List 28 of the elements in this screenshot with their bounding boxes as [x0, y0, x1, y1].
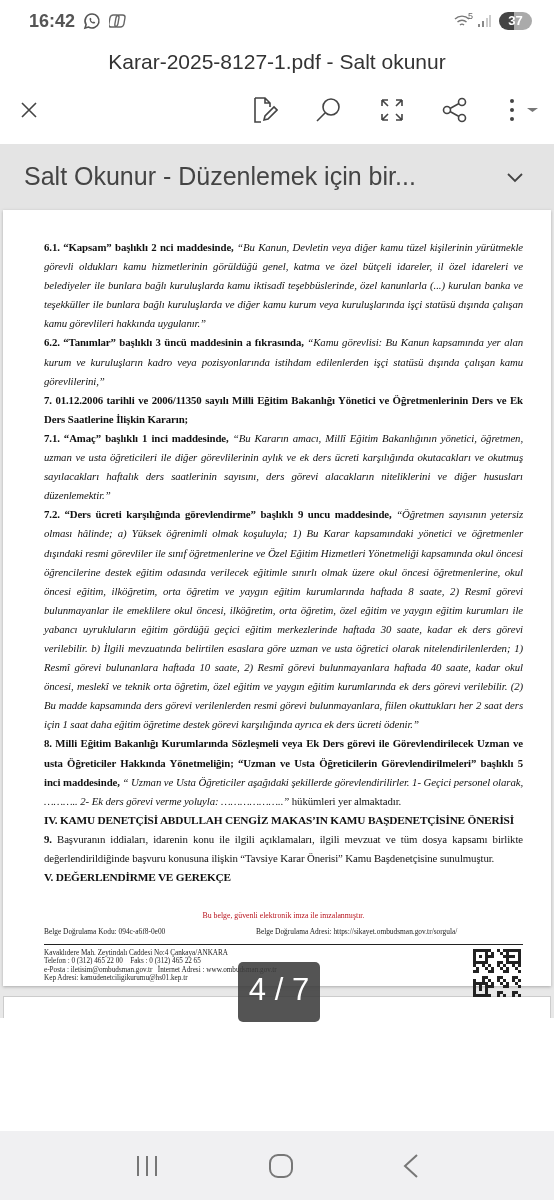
edit-document-icon[interactable] — [252, 97, 278, 123]
read-only-banner[interactable]: Salt Okunur - Düzenlemek için bir... — [0, 144, 554, 210]
search-icon[interactable] — [316, 97, 342, 123]
paragraph: 7. 01.12.2006 tarihli ve 2006/11350 sayılı Milli Eğitim Bakanlığı Yönetici ve Öğretmenlerinin Ders ve Ek Ders Saatlerine İlişkin Kararın; — [44, 392, 523, 427]
section-heading: V. DEĞERLENDİRME VE GEREKÇE — [44, 870, 232, 886]
chat-bubble-icon — [83, 12, 102, 30]
qr-code — [473, 948, 521, 997]
close-icon[interactable] — [20, 101, 38, 119]
fullscreen-icon[interactable] — [380, 98, 404, 122]
recent-apps-icon[interactable] — [135, 1153, 159, 1178]
section-heading: IV. KAMU DENETÇİSİ ABDULLAH CENGİZ MAKAS’IN KAMU BAŞDENETÇİSİNE ÖNERİSİ — [44, 812, 515, 828]
paragraph: 8. Milli Eğitim Bakanlığı Kurumlarında Sözleşmeli veya Ek Ders görevi ile Görevlendirilecek Uzman ve usta Öğreticiler Hakkında Yönetmeliğin; “Uzman ve Usta Öğreticilerin Görevlendirilmeleri” başlıklı 5 inci maddesinde, “ Uzman ve Usta Öğreticiler aşağıdaki şekillerde görevlendirilirler. 1- Geçici personel olarak, ……….. 2- Ek ders görevi verme yoluyla: ………………..” hükümleri yer almaktadır. — [44, 736, 523, 809]
back-icon[interactable] — [403, 1153, 419, 1178]
signal-icon — [477, 14, 491, 28]
paragraph: 7.2. “Ders ücreti karşılığında görevlendirme” başlıklı 9 uncu maddesinde, “Öğretmen sayısının yetersiz olması hâlinde; a) Yüksek öğrenimli olmak koşuluyla; 1) Bu Karar kapsamındaki yönetici ve öğretmenler dışındaki resmi görevliler ile sınıf öğretmenlerine ve Özel Eğitim Hizmetleri Yönetmeliği kapsamında okul öncesi öğrencilerine destek eğitim odasında verilecek eğitimle sınırlı olmak üzere okul öncesi öğretmenlerine, okul öncesi eğitim, ilköğretim, orta öğretim ve yaygın eğitim kurumlarında haftada 8 saate, 2) Resmî görevi bulunmayanlar ile emeklilere okul öncesi, ilköğretim, orta öğretim, özel eğitim ve yaygın eğitim kurumları ile yabancı uyrukluların eğitim gördüğü geçici eğitim merkezlerinde haftada 30 saate, kadar ek ders görevi verilebilir. b) İlgili mevzuatında belirtilen esaslara göre uzman ve usta öğretici olarak nitelendirilenlerden; 1) Resmî görevi bulunanlara haftada 10 saate, 2) Resmî görevi bulunmayanlara haftada 40 saate, kadar okul öncesi, meslekî ve teknik orta öğretim, özel eğitim ve yaygın eğitim kurumlarında ek ders görevi verilebilir. (2) Bu madde kapsamında ders görevi verilenlerden resmi görevi bulunmayanlara, fiilen okuttukları her 2 saat ders için 1 saat daha eğitim öğretime destek görevi karşılığında ayrıca ek ders ücreti ödenir.” — [44, 507, 523, 733]
network-text: 5 — [468, 10, 473, 24]
banner-text: Salt Okunur - Düzenlemek için bir... — [24, 161, 417, 193]
paragraph: 6.2. “Tanımlar” başlıklı 3 üncü maddesinin a fıkrasında, “Kamu görevlisi: Bu Kanun kapsamında yer alan kurum ve kuruluşların kadro veya pozisyonlarında istihdam edilenlerden işçi statüsü dışında çalışan kamu görevlilerini,” — [44, 335, 523, 389]
paragraph: 6.1. “Kapsam” başlıklı 2 nci maddesinde, “Bu Kanun, Devletin veya diğer kamu tüzel kişilerinin yürütmekle görevli oldukları kamu hizmetlerinin görüldüğü genel, katma ve özel bütçeli idareler, il özel idareleri ve belediyeler ile bunlara bağlı kuruluşlarda kamu iktisadî teşebbüslerinde, özel kanunlarla (...) kurulan banka ve teşekküller ile bunlara bağlı kuruluşlarda ve diğer kamu kurum veya kuruluşlarında işçi statüsü dışında çalışan kamu görevlileri hakkında uygulanır.” — [44, 240, 523, 332]
expand-chevron-icon[interactable] — [506, 171, 524, 183]
paragraph: 7.1. “Amaç” başlıklı 1 inci maddesinde, “Bu Kararın amacı, Millî Eğitim Bakanlığının yönetici, öğretmen, uzman ve usta öğreticileri ile diğer görevlilerinin aylık ve ek ders ücreti karşılığında okutacakları ve okutmuş sayılacakları haftalık ders saatlerinin sayısını, ders görevi alacakların niteliklerini ve diğer hususları düzenlemektir.” — [44, 430, 523, 504]
paragraph: 9. Başvuranın iddiaları, idarenin konu ile ilgili açıklamaları, ilgili mevzuat ve tüm dosya kapsamı birlikte değerlendirildiğinde başvuru konusuna ilişkin “Tavsiye Karar Önerisi” Kamu Başdenetçisine sunulmuştur. — [44, 832, 523, 867]
window-title: Karar-2025-8127-1.pdf - Salt okunur — [108, 49, 446, 76]
wifi-icon — [454, 14, 470, 28]
home-icon[interactable] — [269, 1153, 293, 1178]
overlapping-shapes-icon — [109, 12, 128, 30]
clock-text: 16:42 — [29, 9, 76, 33]
share-icon[interactable] — [442, 97, 468, 123]
